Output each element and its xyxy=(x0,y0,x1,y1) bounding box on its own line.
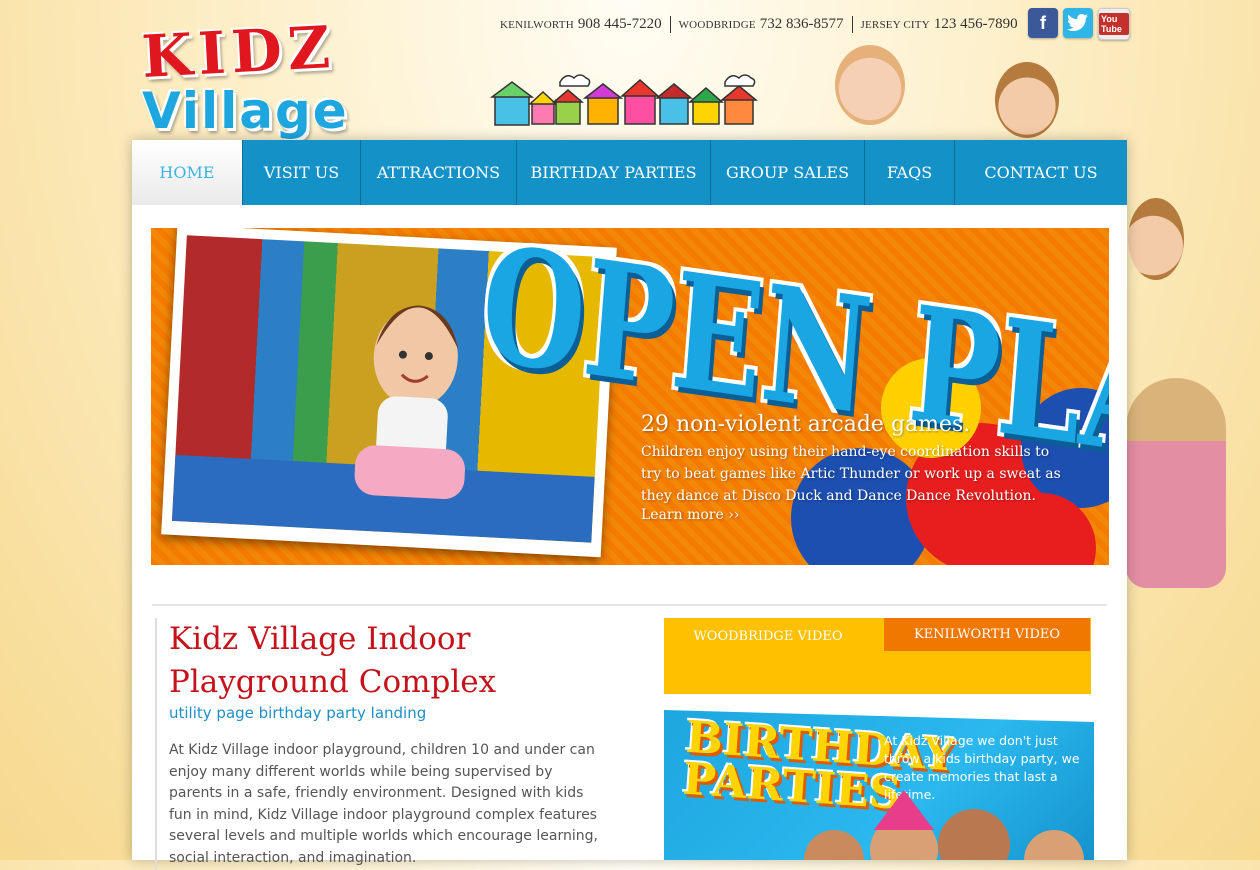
tab-kenilworth-video[interactable]: KENILWORTH VIDEO xyxy=(884,618,1090,651)
location-kenilworth: KENILWORTH 908 445-7220 xyxy=(500,16,670,33)
city-label: WOODBRIDGE xyxy=(678,18,756,31)
video-tabs: WOODBRIDGE VIDEO KENILWORTH VIDEO xyxy=(664,618,1091,694)
hero-banner[interactable]: OPEN PLAY 29 non-violent arcade games. C… xyxy=(151,228,1109,565)
nav-contact-us[interactable]: CONTACT US xyxy=(955,140,1127,205)
twitter-icon[interactable] xyxy=(1063,8,1093,38)
site-logo[interactable]: KIDZ Village xyxy=(140,13,482,140)
nav-faqs[interactable]: FAQS xyxy=(865,140,955,205)
logo-line-2: Village xyxy=(142,82,349,140)
main-navigation: HOME VISIT US ATTRACTIONS BIRTHDAY PARTI… xyxy=(132,140,1127,205)
page-title: Kidz Village Indoor Playground Complex xyxy=(169,621,497,700)
facebook-icon[interactable]: f xyxy=(1028,8,1058,38)
hero-heading: 29 non-violent arcade games. xyxy=(641,412,971,437)
phone-number[interactable]: 732 836-8577 xyxy=(760,16,844,33)
nav-visit-us[interactable]: VISIT US xyxy=(243,140,361,205)
city-label: KENILWORTH xyxy=(500,18,574,31)
nav-attractions[interactable]: ATTRACTIONS xyxy=(361,140,517,205)
page-subtitle: utility page birthday party landing xyxy=(169,704,427,722)
kid-photo-girl xyxy=(835,45,905,125)
intro-section: Kidz Village Indoor Playground Complex u… xyxy=(155,618,619,870)
phone-number[interactable]: 908 445-7220 xyxy=(578,16,662,33)
learn-more-link[interactable]: Learn more ›› xyxy=(641,507,1071,523)
intro-text: At Kidz Village indoor playground, child… xyxy=(169,742,598,866)
contact-bar: KENILWORTH 908 445-7220 WOODBRIDGE 732 8… xyxy=(500,10,1026,38)
youtube-label: You Tube xyxy=(1099,13,1129,35)
nav-home[interactable]: HOME xyxy=(132,140,243,205)
party-group-photo xyxy=(804,790,1084,860)
twitter-bird-icon xyxy=(1067,14,1088,31)
logo-line-1: KIDZ xyxy=(140,12,338,91)
tab-woodbridge-video[interactable]: WOODBRIDGE VIDEO xyxy=(664,620,872,653)
birthday-promo[interactable]: BIRTHDAY PARTIES At Kidz Village we don'… xyxy=(664,710,1094,860)
nav-birthday-parties[interactable]: BIRTHDAY PARTIES xyxy=(517,140,711,205)
youtube-icon[interactable]: You Tube xyxy=(1098,8,1130,40)
village-houses-illustration xyxy=(490,74,759,126)
nav-group-sales[interactable]: GROUP SALES xyxy=(711,140,865,205)
kid-photo-side-boy xyxy=(1128,198,1184,280)
location-jersey-city: JERSEY CITY 123 456-7890 xyxy=(851,15,1026,33)
social-links: f You Tube xyxy=(1028,8,1130,40)
kid-photo-side-girl xyxy=(1126,378,1226,588)
location-woodbridge: WOODBRIDGE 732 836-8577 xyxy=(669,15,852,33)
section-divider xyxy=(152,604,1107,606)
hero-description: Children enjoy using their hand-eye coor… xyxy=(641,444,1061,504)
kid-photo-boy xyxy=(995,62,1059,138)
phone-number[interactable]: 123 456-7890 xyxy=(934,16,1018,33)
hero-copy: 29 non-violent arcade games. Children en… xyxy=(641,412,1071,523)
city-label: JERSEY CITY xyxy=(860,18,930,31)
